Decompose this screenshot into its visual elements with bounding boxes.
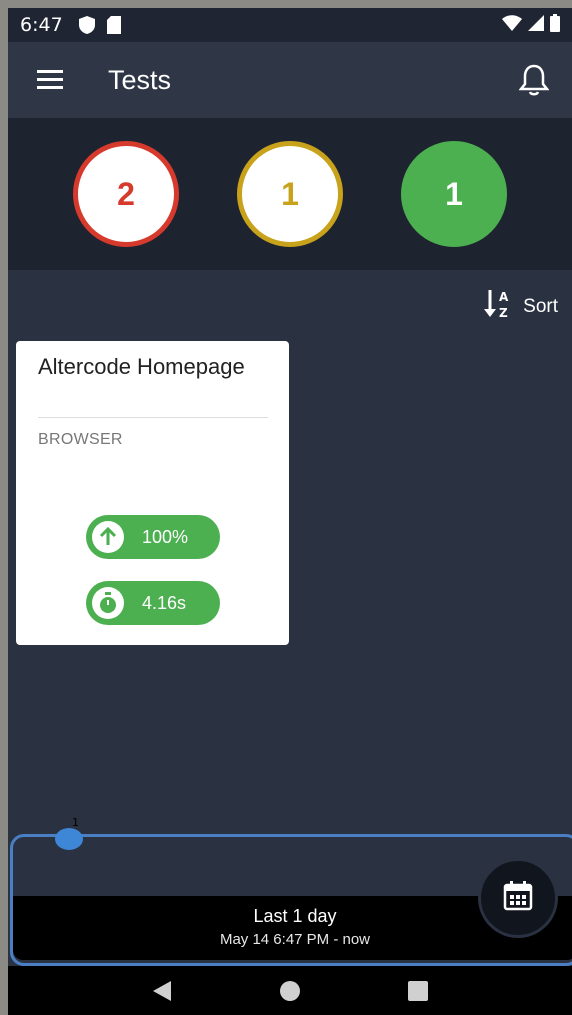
back-icon[interactable] [140,971,184,1011]
sd-card-icon [106,16,121,34]
timeline-handle-label: 1 [72,816,79,829]
duration-value: 4.16s [142,592,187,613]
duration-pill: 4.16s [86,581,220,625]
arrow-up-icon [92,521,124,553]
passed-count-badge[interactable]: 1 [401,141,507,247]
timeline-drag-handle[interactable] [55,828,83,850]
status-time: 6:47 [20,14,63,36]
card-divider [38,417,268,418]
status-bar: 6:47 [8,8,572,42]
signal-icon [528,14,544,36]
calendar-button[interactable] [478,858,558,938]
hamburger-menu-icon[interactable] [22,52,78,108]
sort-button[interactable]: A Z Sort [483,288,558,326]
calendar-icon [502,880,534,916]
system-nav-bar [8,966,572,1015]
sort-az-icon: A Z [483,288,513,326]
test-card-title: Altercode Homepage [38,354,245,379]
recents-icon[interactable] [396,971,440,1011]
wifi-icon [502,14,522,36]
svg-text:Z: Z [499,306,508,320]
test-status-summary: 2 1 1 [8,118,572,270]
page-title: Tests [108,64,172,95]
failed-count-badge[interactable]: 2 [73,141,179,247]
success-rate-value: 100% [142,526,189,547]
app-bar: Tests [8,42,572,118]
shield-icon [78,16,95,34]
svg-text:A: A [499,290,509,304]
success-rate-pill: 100% [86,515,220,559]
battery-icon [550,13,560,37]
device-screen: 6:47 Tests 2 1 1 A Z Sort Altercode Home… [8,8,572,1015]
range-detail: May 14 6:47 PM - now [219,931,371,948]
test-card[interactable]: Altercode Homepage BROWSER 100% 4.16s [16,341,289,645]
sort-label: Sort [523,296,558,317]
home-icon[interactable] [268,971,312,1011]
test-type-label: BROWSER [38,431,123,448]
stopwatch-icon [92,587,124,619]
warning-count-badge[interactable]: 1 [237,141,343,247]
notification-bell-icon[interactable] [510,56,558,104]
